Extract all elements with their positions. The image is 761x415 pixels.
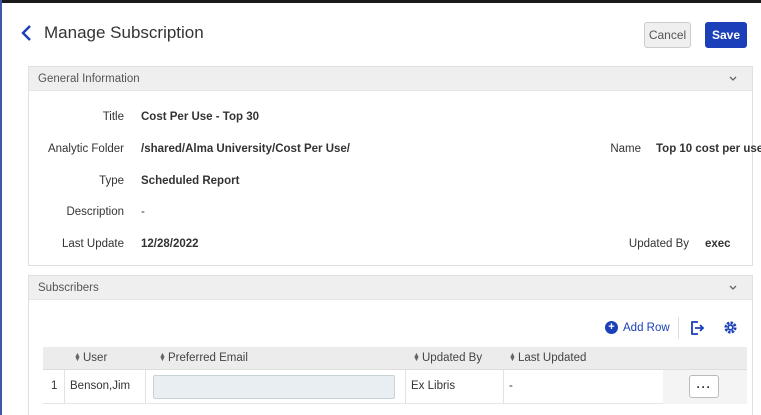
title-value: Cost Per Use - Top 30 (141, 111, 260, 123)
column-header-last-updated[interactable]: ▲ ▼ Last Updated (509, 352, 586, 364)
column-header-preferred-email[interactable]: ▲ ▼ Preferred Email (159, 352, 248, 364)
gear-icon[interactable] (723, 320, 738, 335)
description-label: Description (66, 206, 124, 218)
page-header: Manage Subscription Cancel Save (14, 20, 754, 50)
cancel-button[interactable]: Cancel (644, 22, 691, 48)
type-label: Type (99, 175, 124, 187)
sort-icon: ▲ ▼ (159, 352, 166, 363)
chevron-left-icon[interactable] (18, 22, 36, 44)
window-left-border (0, 0, 2, 415)
subscribers-header[interactable]: Subscribers (29, 276, 752, 300)
user-cell: Benson,Jim (70, 380, 131, 392)
add-row-button[interactable]: + Add Row (605, 321, 670, 334)
name-value: Top 10 cost per use (656, 143, 761, 155)
name-label: Name (610, 143, 641, 155)
chevron-down-icon[interactable] (728, 283, 738, 293)
last-updated-cell: - (509, 380, 513, 392)
chevron-down-icon[interactable] (728, 74, 738, 84)
export-icon[interactable] (689, 320, 705, 336)
updated-by-label: Updated By (628, 238, 689, 250)
title-label: Title (102, 111, 124, 123)
description-value: - (141, 206, 145, 218)
save-button[interactable]: Save (705, 22, 747, 48)
toolbar-divider (678, 317, 679, 339)
subscribers-grid: ▲ ▼ User ▲ ▼ Preferred Email ▲ ▼ Updated By… (43, 347, 747, 404)
grid-header-row: ▲ ▼ User ▲ ▼ Preferred Email ▲ ▼ Updated By… (43, 347, 747, 370)
general-information-header[interactable]: General Information (29, 67, 752, 91)
analytic-folder-value: /shared/Alma University/Cost Per Use/ (141, 143, 350, 155)
add-row-label: Add Row (623, 321, 670, 334)
column-header-user[interactable]: ▲ ▼ User (74, 352, 107, 364)
preferred-email-input[interactable] (153, 375, 395, 399)
row-index: 1 (51, 380, 58, 392)
column-divider (503, 370, 504, 404)
updated-by-cell: Ex Libris (411, 380, 456, 392)
section-title: Subscribers (38, 281, 99, 294)
column-header-updated-by[interactable]: ▲ ▼ Updated By (413, 352, 482, 364)
last-update-value: 12/28/2022 (141, 238, 199, 250)
column-divider (64, 370, 65, 404)
type-value: Scheduled Report (141, 175, 240, 187)
subscribers-panel: Subscribers + Add Row ▲ ▼ User ▲ ▼ Prefe… (28, 275, 753, 415)
more-icon: ··· (696, 379, 712, 394)
sort-icon: ▲ ▼ (74, 352, 81, 363)
sort-icon: ▲ ▼ (509, 352, 516, 363)
column-divider (145, 370, 146, 404)
plus-circle-icon: + (605, 321, 618, 334)
analytic-folder-label: Analytic Folder (47, 143, 124, 155)
section-title: General Information (38, 72, 140, 85)
row-actions-button[interactable]: ··· (689, 375, 719, 398)
general-information-panel: General Information Title Cost Per Use -… (28, 66, 761, 266)
window-top-border (0, 0, 761, 3)
updated-by-value: exec (705, 238, 731, 250)
page-title: Manage Subscription (44, 23, 204, 42)
sort-icon: ▲ ▼ (413, 352, 420, 363)
table-row[interactable]: 1 Benson,Jim Ex Libris - ··· (43, 370, 747, 404)
last-update-label: Last Update (61, 238, 124, 250)
column-divider (405, 370, 406, 404)
